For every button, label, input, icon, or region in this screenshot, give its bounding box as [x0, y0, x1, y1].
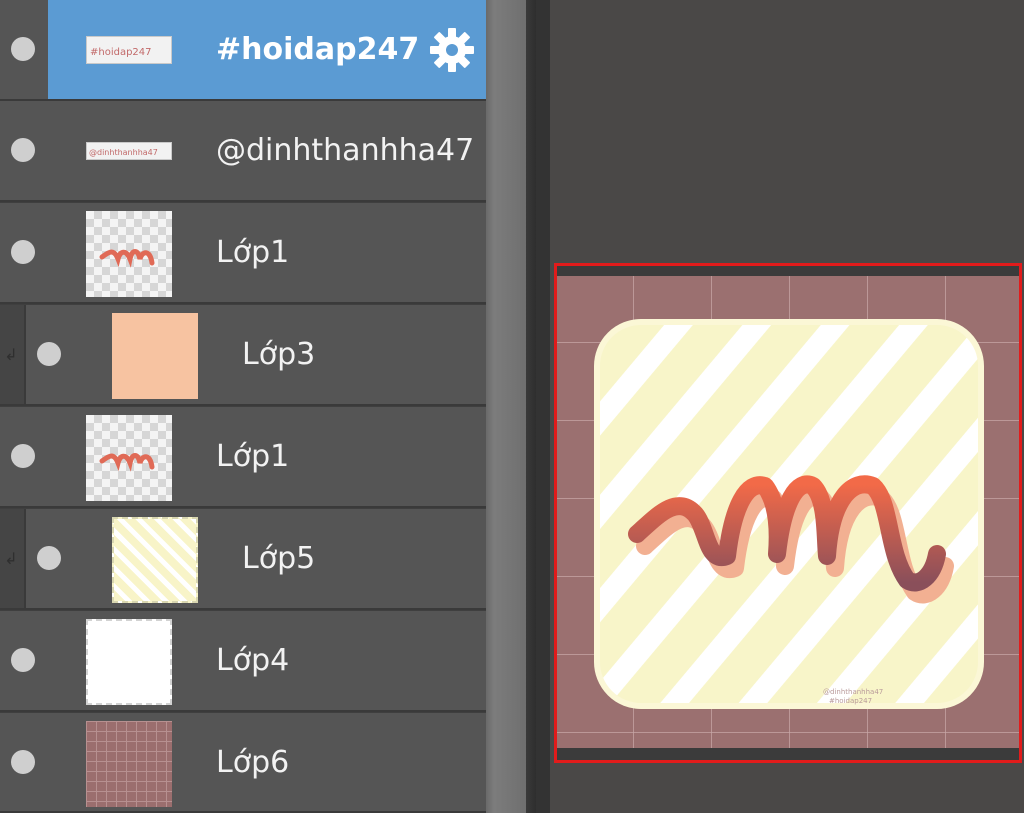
canvas-bottom-band: [557, 750, 1019, 760]
visibility-toggle-icon[interactable]: [37, 342, 61, 366]
layer-row-lop6[interactable]: Lớp6: [0, 713, 486, 813]
clip-indicator: ↲: [0, 305, 26, 404]
canvas-top-band: [557, 266, 1019, 274]
canvas-artwork: @dinhthanhha47 #hoidap247: [557, 266, 1019, 760]
lettering-thumbnail-graphic: [99, 249, 155, 268]
visibility-toggle-icon[interactable]: [37, 546, 61, 570]
layer-thumbnail: [86, 211, 172, 297]
clip-indicator: ↲: [0, 509, 26, 608]
visibility-toggle-icon[interactable]: [11, 37, 35, 61]
layer-thumbnail: [86, 619, 172, 705]
gear-icon[interactable]: [428, 26, 476, 74]
canvas-watermark-line1: @dinhthanhha47: [823, 688, 883, 696]
clip-arrow-icon: ↲: [4, 549, 18, 568]
visibility-toggle-icon[interactable]: [11, 240, 35, 264]
layers-panel: #hoidap247 #hoidap247 @dinhthanhha47 @di…: [0, 0, 486, 813]
layer-thumbnail: [86, 415, 172, 501]
layer-name: Lớp5: [242, 541, 316, 576]
thumbnail-text: #hoidap247: [90, 47, 152, 58]
layer-thumbnail: #hoidap247: [86, 36, 172, 64]
visibility-toggle-icon[interactable]: [11, 750, 35, 774]
layer-row-dinhthanhha47[interactable]: @dinhthanhha47 @dinhthanhha47: [0, 101, 486, 202]
layer-row-lop5[interactable]: ↲ Lớp5: [0, 509, 486, 610]
canvas-frame[interactable]: @dinhthanhha47 #hoidap247: [554, 263, 1022, 763]
panel-resize-handle[interactable]: [486, 0, 536, 813]
layer-name: Lớp1: [216, 235, 290, 270]
layer-name: @dinhthanhha47: [216, 133, 475, 168]
layer-name: Lớp4: [216, 643, 290, 678]
layer-name: #hoidap247: [216, 32, 420, 67]
visibility-toggle-icon[interactable]: [11, 444, 35, 468]
text-thumbnail-graphic: #hoidap247: [90, 47, 152, 58]
text-thumbnail-graphic: @dinhthanhha47: [89, 148, 158, 157]
layer-thumbnail: [112, 313, 198, 399]
lettering-thumbnail-graphic: [99, 453, 155, 472]
layer-thumbnail: @dinhthanhha47: [86, 142, 172, 160]
visibility-toggle-icon[interactable]: [11, 648, 35, 672]
layer-thumbnail: [112, 517, 198, 603]
canvas-watermark-line2: #hoidap247: [829, 697, 872, 705]
layer-thumbnail: [86, 721, 172, 807]
layer-row-lop3[interactable]: ↲ Lớp3: [0, 305, 486, 406]
layer-row-lop1[interactable]: Lớp1: [0, 203, 486, 304]
visibility-toggle-icon[interactable]: [11, 138, 35, 162]
layer-name: Lớp6: [216, 745, 290, 780]
paint-app: #hoidap247 #hoidap247 @dinhthanhha47 @di…: [0, 0, 1024, 813]
clip-arrow-icon: ↲: [4, 345, 18, 364]
thumbnail-text: @dinhthanhha47: [89, 148, 158, 157]
layer-name: Lớp1: [216, 439, 290, 474]
layer-row-lop4[interactable]: Lớp4: [0, 611, 486, 712]
layer-row-lop1-second[interactable]: Lớp1: [0, 407, 486, 508]
layer-name: Lớp3: [242, 337, 316, 372]
layer-row-hoidap247[interactable]: #hoidap247 #hoidap247: [0, 0, 486, 101]
